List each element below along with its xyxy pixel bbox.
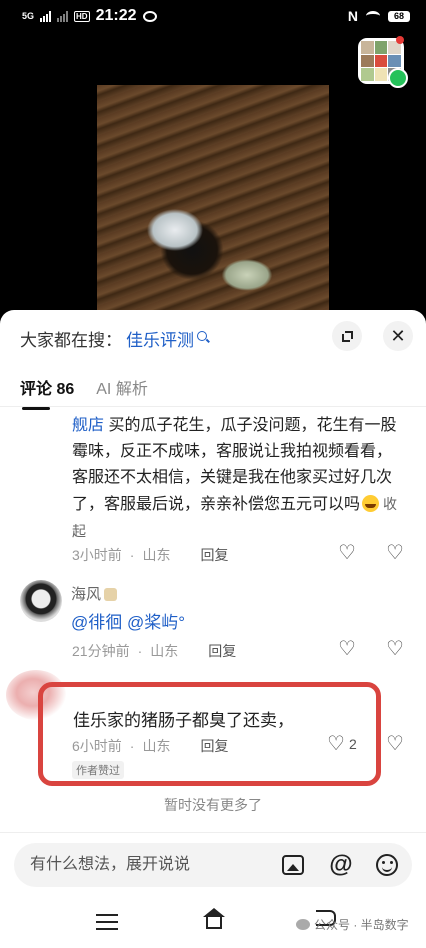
menu-icon[interactable] [96, 914, 118, 930]
separator: · [129, 738, 135, 754]
comment-location: 山东 [142, 738, 171, 754]
expand-icon [341, 330, 353, 342]
wechat-icon [388, 68, 408, 88]
expand-button[interactable] [332, 321, 362, 351]
tab-ai-analysis[interactable]: AI 解析 [96, 375, 148, 399]
avatar[interactable] [20, 580, 62, 622]
status-bar: 5G HD 21:22 N 68 [0, 0, 426, 32]
heart-icon[interactable]: ♡ [336, 638, 358, 660]
close-icon: ✕ [390, 325, 406, 346]
comment-meta: 3小时前 · 山东 回复 [72, 545, 228, 565]
comment-mention[interactable]: 舰店 [72, 417, 104, 434]
author-liked-badge: 作者赞过 [72, 761, 124, 779]
broken-heart-icon[interactable]: ♡ [384, 733, 406, 755]
comment-time: 6小时前 [72, 738, 122, 754]
reply-button[interactable]: 回复 [208, 641, 236, 661]
comment-input[interactable] [30, 843, 260, 887]
comment-text: 佳乐家的猪肠子都臭了还卖， [73, 711, 294, 730]
reply-button[interactable]: 回复 [200, 545, 228, 565]
search-term-link[interactable]: 佳乐评测 [126, 326, 194, 351]
end-of-list-text: 暂时没有更多了 [164, 797, 262, 813]
separator: · [129, 547, 135, 563]
search-icon[interactable] [197, 330, 207, 341]
signal-icon [40, 10, 52, 22]
comment-body: 买的瓜子花生，瓜子没问题，花生有一股霉味，反正不成味，客服说让我拍视频看看，客服… [72, 417, 397, 513]
broken-heart-icon[interactable]: ♡ [384, 638, 406, 660]
username-text: 海风 [71, 586, 102, 603]
heart-icon[interactable]: ♡ [336, 542, 358, 564]
comment-time: 21分钟前 [72, 643, 130, 659]
comment-mentions[interactable]: @徘徊 @桨屿° [71, 608, 185, 633]
home-icon[interactable] [201, 908, 227, 930]
nfc-icon: N [347, 8, 358, 24]
signal-icon-2 [57, 10, 69, 22]
network-type: 5G [22, 10, 35, 21]
reply-button[interactable]: 回复 [200, 736, 228, 756]
broken-heart-icon[interactable]: ♡ [384, 542, 406, 564]
divider [0, 406, 426, 407]
username[interactable]: 海风 [71, 583, 118, 604]
comments-sheet: 大家都在搜： 佳乐评测 ✕ 评论 86 AI 解析 舰店 买的瓜子花生，瓜子没问… [0, 310, 426, 948]
status-right: N 68 [348, 8, 410, 24]
at-icon[interactable]: @ [329, 851, 353, 878]
status-left: 5G HD 21:22 [22, 7, 157, 25]
comment-time: 3小时前 [72, 547, 122, 563]
user-badge-icon [104, 588, 118, 601]
notification-dot [396, 36, 404, 44]
hd-icon: HD [74, 10, 90, 22]
comment-text: 舰店 买的瓜子花生，瓜子没问题，花生有一股霉味，反正不成味，客服说让我拍视频看看… [72, 413, 407, 545]
wifi-icon [366, 11, 380, 21]
video-frame[interactable] [97, 85, 329, 310]
clock: 21:22 [95, 7, 137, 24]
system-nav-bar: 公众号 · 半岛数字 [0, 900, 426, 948]
watermark-text: 公众号 · 半岛数字 [314, 918, 409, 932]
battery-icon: 68 [388, 10, 410, 22]
comment-input-bar: @ [14, 843, 412, 887]
heart-icon[interactable]: ♡ [325, 733, 347, 755]
comment-meta: 6小时前 · 山东 回复 [72, 736, 228, 756]
separator: · [137, 643, 143, 659]
watermark: 公众号 · 半岛数字 [296, 916, 409, 933]
wechat-notification-icon [142, 10, 157, 22]
image-icon[interactable] [282, 855, 304, 875]
emoji-icon[interactable] [376, 854, 398, 876]
comment-location: 山东 [142, 547, 171, 563]
trending-search: 大家都在搜： 佳乐评测 [20, 326, 207, 351]
laughing-emoji-icon [362, 495, 380, 512]
comment-tabs: 评论 86 AI 解析 [20, 375, 148, 410]
like-count: 2 [349, 736, 357, 752]
wechat-official-icon [296, 919, 310, 930]
comment-location: 山东 [150, 643, 179, 659]
comment-meta: 21分钟前 · 山东 回复 [72, 641, 236, 661]
tab-comments[interactable]: 评论 86 [20, 375, 74, 410]
divider [0, 832, 426, 833]
close-button[interactable]: ✕ [383, 321, 413, 351]
search-prefix: 大家都在搜： [20, 331, 122, 350]
